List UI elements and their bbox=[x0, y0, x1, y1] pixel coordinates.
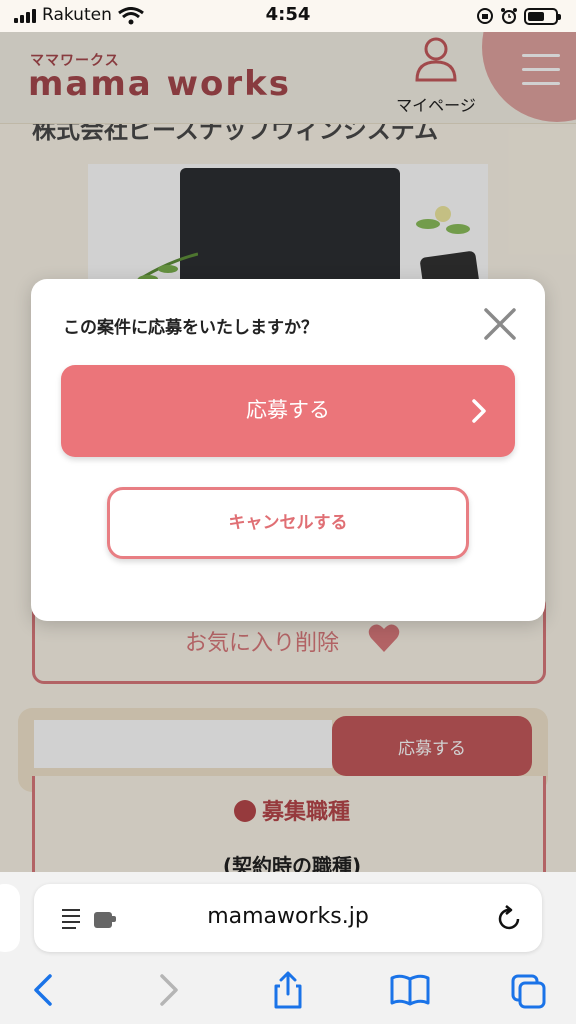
chevron-right-icon bbox=[472, 399, 486, 423]
back-button[interactable] bbox=[26, 970, 62, 1010]
share-button[interactable] bbox=[270, 970, 306, 1010]
forward-icon bbox=[160, 974, 178, 1006]
share-icon bbox=[274, 971, 302, 1009]
forward-button[interactable] bbox=[150, 970, 186, 1010]
rotation-lock-icon bbox=[477, 8, 493, 24]
alarm-icon bbox=[501, 8, 517, 24]
apply-button-label: 応募する bbox=[246, 399, 330, 422]
tabs-button[interactable] bbox=[510, 970, 546, 1010]
address-bar[interactable]: mamaworks.jp bbox=[34, 884, 542, 952]
browser-toolbar bbox=[0, 960, 576, 1024]
close-icon bbox=[484, 308, 516, 340]
tabs-icon bbox=[511, 974, 546, 1009]
apply-confirm-dialog: この案件に応募をいたしますか？ 応募する キャンセルする bbox=[31, 279, 545, 621]
apply-button[interactable]: 応募する bbox=[61, 365, 515, 457]
cancel-button[interactable]: キャンセルする bbox=[107, 487, 469, 559]
dialog-question: この案件に応募をいたしますか？ bbox=[63, 318, 318, 338]
bookmarks-icon bbox=[390, 974, 430, 1006]
browser-address-area: mamaworks.jp bbox=[0, 872, 576, 960]
previous-tab-edge[interactable] bbox=[0, 884, 20, 952]
battery-icon bbox=[524, 7, 561, 25]
reload-icon[interactable] bbox=[496, 904, 522, 932]
url-text[interactable]: mamaworks.jp bbox=[34, 904, 542, 929]
back-icon bbox=[34, 974, 52, 1006]
cancel-button-label: キャンセルする bbox=[228, 513, 348, 532]
status-bar: Rakuten 4:54 bbox=[0, 0, 576, 32]
close-button[interactable] bbox=[483, 307, 517, 341]
bookmarks-button[interactable] bbox=[390, 970, 430, 1010]
